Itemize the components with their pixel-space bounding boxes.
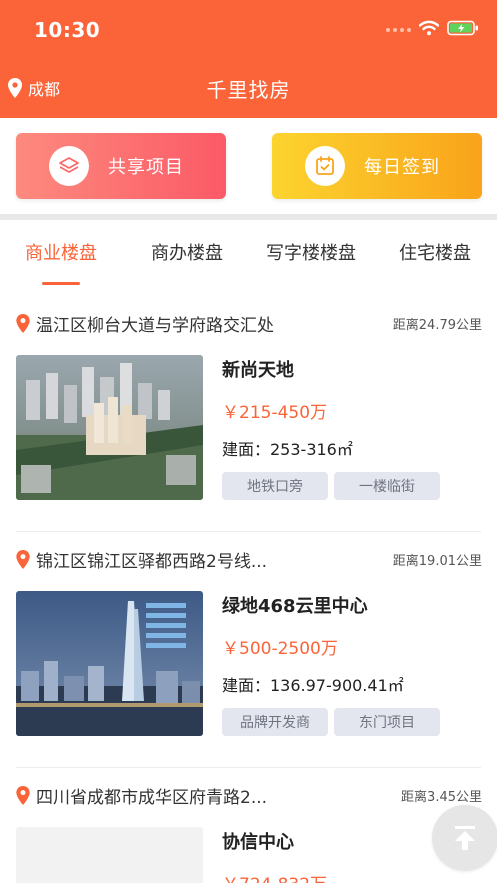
listing-tag: 东门项目 xyxy=(334,708,440,736)
listing-card[interactable]: 四川省成都市成华区府青路2... 距离3.45公里 协信中心 ￥724-832万 xyxy=(0,770,497,883)
listing-card[interactable]: 温江区柳台大道与学府路交汇处 距离24.79公里 新尚天地 ￥215-450万 … xyxy=(0,298,497,532)
category-tabs: 商业楼盘 商办楼盘 写字楼楼盘 住宅楼盘 xyxy=(0,220,497,286)
arrow-up-to-line-icon xyxy=(455,826,475,850)
status-time: 10:30 xyxy=(34,18,101,42)
location-pin-icon xyxy=(16,313,30,333)
listing-image[interactable] xyxy=(16,591,203,736)
tab-office-building[interactable]: 写字楼楼盘 xyxy=(266,239,356,265)
calendar-check-icon xyxy=(305,146,345,186)
listing-image[interactable] xyxy=(16,355,203,500)
share-project-label: 共享项目 xyxy=(108,157,184,178)
listing-tag: 一楼临街 xyxy=(334,472,440,500)
listing-address-row: 温江区柳台大道与学府路交汇处 距离24.79公里 xyxy=(16,310,482,336)
listing-address-row: 锦江区锦江区驿都西路2号线... 距离19.01公里 xyxy=(16,546,482,572)
listing-image-placeholder[interactable] xyxy=(16,827,203,883)
location-pin-icon xyxy=(16,785,30,805)
app-header: 10:30 成都 千里找房 xyxy=(0,0,497,118)
tab-residential[interactable]: 住宅楼盘 xyxy=(399,239,471,265)
listing-address: 温江区柳台大道与学府路交汇处 xyxy=(36,315,274,336)
listing-price: ￥500-2500万 xyxy=(222,639,338,659)
share-project-button[interactable]: 共享项目 xyxy=(16,133,226,199)
listing-address: 锦江区锦江区驿都西路2号线... xyxy=(36,551,268,572)
daily-signin-label: 每日签到 xyxy=(364,157,440,178)
listing-separator xyxy=(16,767,481,768)
listing-tag: 品牌开发商 xyxy=(222,708,328,736)
listing-address-row: 四川省成都市成华区府青路2... 距离3.45公里 xyxy=(16,782,482,808)
listing-separator xyxy=(16,531,481,532)
tab-commercial[interactable]: 商业楼盘 xyxy=(25,239,97,265)
wifi-icon xyxy=(419,20,439,36)
back-to-top-button[interactable] xyxy=(432,805,497,871)
active-tab-indicator xyxy=(42,282,80,285)
tab-commercial-office[interactable]: 商办楼盘 xyxy=(151,239,223,265)
listing-price: ￥215-450万 xyxy=(222,403,328,423)
location-pin-icon xyxy=(16,549,30,569)
listing-area: 建面：136.97-900.41㎡ xyxy=(222,676,404,695)
listing-price: ￥724-832万 xyxy=(222,870,327,883)
listing-area: 建面：253-316㎡ xyxy=(222,440,353,459)
listing-distance: 距离19.01公里 xyxy=(392,554,482,569)
daily-signin-button[interactable]: 每日签到 xyxy=(272,133,482,199)
listing-name: 绿地468云里中心 xyxy=(222,596,368,617)
listing-tag: 地铁口旁 xyxy=(222,472,328,500)
listing-address: 四川省成都市成华区府青路2... xyxy=(36,787,268,808)
battery-icon xyxy=(447,20,478,36)
signal-icon xyxy=(386,28,411,32)
status-icons xyxy=(386,20,479,36)
listing-name: 协信中心 xyxy=(222,832,294,853)
listing-distance: 距离3.45公里 xyxy=(401,790,482,805)
listing-distance: 距离24.79公里 xyxy=(392,318,482,333)
page-title: 千里找房 xyxy=(206,78,291,102)
listing-card[interactable]: 锦江区锦江区驿都西路2号线... 距离19.01公里 绿地468云里中心 ￥50… xyxy=(0,534,497,768)
layers-icon xyxy=(49,146,89,186)
listing-name: 新尚天地 xyxy=(222,360,294,381)
